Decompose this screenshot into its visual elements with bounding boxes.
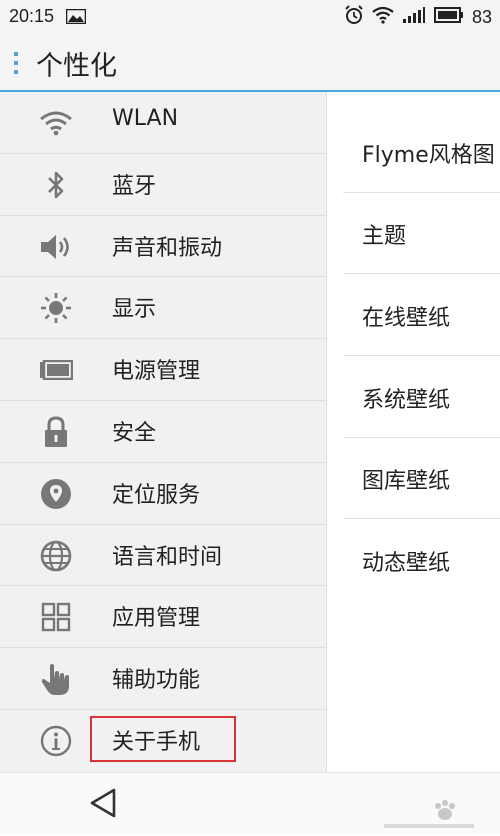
speaker-icon bbox=[38, 230, 74, 264]
settings-item-about-phone[interactable]: 关于手机 bbox=[0, 710, 326, 772]
alarm-icon bbox=[344, 4, 364, 30]
location-pin-icon bbox=[38, 477, 74, 511]
status-icons: 83 bbox=[344, 4, 492, 30]
settings-item-display[interactable]: 显示 bbox=[0, 277, 326, 340]
hand-pointer-icon bbox=[38, 662, 74, 696]
submenu-item-label: 动态壁纸 bbox=[362, 551, 451, 576]
settings-item-label: 应用管理 bbox=[112, 606, 201, 632]
settings-item-app-management[interactable]: 应用管理 bbox=[0, 586, 326, 649]
settings-item-security[interactable]: 安全 bbox=[0, 401, 326, 463]
image-notification-icon bbox=[65, 8, 87, 25]
settings-item-bluetooth[interactable]: 蓝牙 bbox=[0, 154, 326, 216]
settings-item-label: 语言和时间 bbox=[112, 544, 223, 570]
submenu-item-label: 图库壁纸 bbox=[362, 469, 451, 494]
submenu-item-label: 主题 bbox=[362, 224, 407, 249]
settings-item-label: 安全 bbox=[112, 420, 157, 446]
submenu-item-flyme-style[interactable]: Flyme风格图 bbox=[343, 112, 500, 193]
signal-icon bbox=[402, 6, 426, 29]
settings-item-label: 蓝牙 bbox=[112, 173, 157, 199]
page-title: 个性化 bbox=[36, 51, 117, 82]
settings-item-accessibility[interactable]: 辅助功能 bbox=[0, 648, 326, 710]
submenu-item-system-wallpaper[interactable]: 系统壁纸 bbox=[343, 357, 500, 438]
info-icon bbox=[38, 724, 74, 758]
settings-item-label: 辅助功能 bbox=[112, 668, 201, 694]
settings-item-wlan[interactable]: WLAN bbox=[0, 92, 326, 154]
menu-icon[interactable] bbox=[12, 52, 20, 76]
settings-item-language-time[interactable]: 语言和时间 bbox=[0, 525, 326, 587]
settings-item-location[interactable]: 定位服务 bbox=[0, 463, 326, 525]
settings-category-list: WLAN 蓝牙 声音和振动 显示 电源管理 安全 定位服务 语言和时间 应用管理… bbox=[0, 92, 327, 772]
wifi-icon bbox=[38, 106, 74, 140]
submenu-item-online-wallpaper[interactable]: 在线壁纸 bbox=[343, 275, 500, 356]
submenu-item-label: 系统壁纸 bbox=[362, 388, 451, 413]
highlight-annotation-box bbox=[90, 715, 236, 762]
title-bar: 个性化 bbox=[0, 34, 500, 92]
personalization-submenu: Flyme风格图 主题 在线壁纸 系统壁纸 图库壁纸 动态壁纸 bbox=[327, 92, 500, 772]
back-icon[interactable] bbox=[88, 787, 118, 819]
status-time: 20:15 bbox=[9, 6, 55, 26]
battery-percentage: 83 bbox=[471, 6, 492, 27]
submenu-item-live-wallpaper[interactable]: 动态壁纸 bbox=[343, 520, 500, 601]
submenu-item-gallery-wallpaper[interactable]: 图库壁纸 bbox=[343, 438, 500, 519]
settings-item-label: 显示 bbox=[112, 297, 157, 323]
globe-icon bbox=[38, 539, 74, 573]
battery-status-icon bbox=[433, 6, 464, 28]
lock-icon bbox=[38, 415, 74, 449]
settings-item-sound[interactable]: 声音和振动 bbox=[0, 216, 326, 278]
grid-icon bbox=[38, 600, 74, 634]
submenu-item-label: 在线壁纸 bbox=[362, 306, 451, 331]
settings-item-label: WLAN bbox=[112, 106, 179, 131]
bluetooth-icon bbox=[38, 168, 74, 202]
settings-item-label: 电源管理 bbox=[112, 359, 201, 385]
brightness-icon bbox=[38, 291, 74, 325]
settings-item-label: 定位服务 bbox=[112, 482, 201, 508]
navigation-bar bbox=[0, 772, 500, 834]
settings-item-power[interactable]: 电源管理 bbox=[0, 339, 326, 401]
wifi-status-icon bbox=[372, 6, 394, 29]
submenu-item-label: Flyme风格图 bbox=[362, 143, 495, 168]
watermark-logo bbox=[378, 796, 496, 832]
status-bar: 20:15 83 bbox=[0, 0, 500, 34]
settings-item-label: 声音和振动 bbox=[112, 235, 223, 261]
battery-icon bbox=[38, 353, 74, 387]
submenu-item-theme[interactable]: 主题 bbox=[343, 193, 500, 274]
